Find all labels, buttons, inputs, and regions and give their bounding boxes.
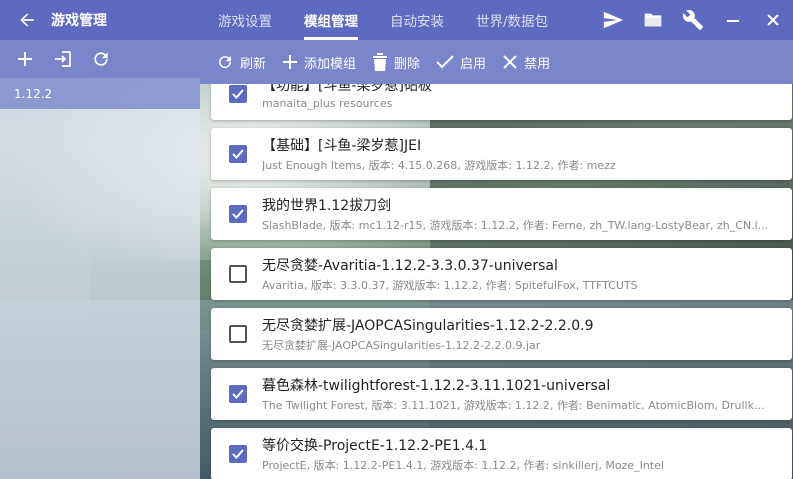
mod-card[interactable]: 我的世界1.12拔刀剑 SlashBlade, 版本: mc1.12-r15, …: [211, 188, 792, 240]
mod-subtitle: 无尽贪婪扩展-JAOPCASingularities-1.12.2-2.2.0.…: [262, 339, 541, 352]
mod-subtitle: Just Enough Items, 版本: 4.15.0.268, 游戏版本:…: [262, 159, 616, 172]
mod-checkbox[interactable]: [229, 205, 247, 223]
delete-label: 删除: [394, 56, 421, 72]
title-bar-icons: [593, 0, 793, 40]
mod-checkbox[interactable]: [229, 265, 247, 283]
refresh-button[interactable]: 刷新: [208, 40, 274, 84]
tab-worlds-datapacks[interactable]: 世界/数据包: [460, 0, 564, 40]
mod-card[interactable]: 【基础】[斗鱼-梁岁惹]JEI Just Enough Items, 版本: 4…: [211, 128, 792, 180]
wrench-icon: [682, 10, 704, 31]
tab-mod-management[interactable]: 模组管理: [288, 0, 374, 40]
mod-card[interactable]: 无尽贪婪扩展-JAOPCASingularities-1.12.2-2.2.0.…: [211, 308, 792, 360]
mod-checkbox[interactable]: [229, 385, 247, 403]
mod-title: 无尽贪婪扩展-JAOPCASingularities-1.12.2-2.2.0.…: [262, 318, 594, 334]
enable-button[interactable]: 启用: [428, 40, 494, 84]
refresh-icon: [94, 52, 108, 66]
tab-bar: 游戏设置 模组管理 自动安装 世界/数据包: [202, 0, 564, 40]
minimize-button[interactable]: [713, 0, 753, 40]
enable-label: 启用: [460, 56, 487, 72]
checkmark-icon: [232, 449, 244, 459]
mod-subtitle: The Twilight Forest, 版本: 3.11.1021, 游戏版本…: [262, 399, 765, 412]
x-icon: [503, 55, 517, 69]
disable-label: 禁用: [524, 56, 551, 72]
mod-subtitle: SlashBlade, 版本: mc1.12-r15, 游戏版本: 1.12.2…: [262, 219, 769, 232]
close-button[interactable]: [753, 0, 793, 40]
disable-button[interactable]: 禁用: [494, 40, 558, 84]
checkmark-icon: [232, 389, 244, 399]
folder-icon: [644, 13, 662, 27]
trash-icon: [373, 53, 388, 71]
add-mod-button[interactable]: 添加模组: [274, 40, 364, 84]
sidebar-item-version[interactable]: 1.12.2: [0, 78, 200, 109]
mod-title: 暮色森林-twilightforest-1.12.2-3.11.1021-uni…: [262, 378, 611, 394]
mod-checkbox[interactable]: [229, 325, 247, 343]
back-button[interactable]: [14, 8, 40, 32]
sidebar-actions: [0, 40, 200, 78]
minimize-icon: [727, 20, 739, 22]
refresh-versions-button[interactable]: [82, 40, 120, 78]
delete-button[interactable]: 删除: [364, 40, 428, 84]
send-icon: [603, 11, 624, 29]
title-bar: 游戏管理 游戏设置 模组管理 自动安装 世界/数据包: [0, 0, 793, 40]
check-icon: [436, 55, 454, 69]
mod-checkbox[interactable]: [229, 85, 247, 103]
mod-subtitle: ProjectE, 版本: 1.12.2-PE1.4.1, 游戏版本: 1.12…: [262, 459, 664, 472]
app-window: 游戏管理 游戏设置 模组管理 自动安装 世界/数据包 1.12.2 刷新 添加模…: [0, 0, 793, 479]
mod-card[interactable]: 等价交换-ProjectE-1.12.2-PE1.4.1 ProjectE, 版…: [211, 428, 792, 479]
window-title: 游戏管理: [51, 13, 107, 29]
settings-button[interactable]: [673, 0, 713, 40]
mod-subtitle: Avaritia, 版本: 3.3.0.37, 游戏版本: 1.12.2, 作者…: [262, 279, 638, 292]
mod-title: 【基础】[斗鱼-梁岁惹]JEI: [262, 138, 422, 154]
version-sidebar: 1.12.2: [0, 40, 200, 479]
mod-checkbox[interactable]: [229, 445, 247, 463]
add-version-button[interactable]: [6, 40, 44, 78]
mod-toolbar: 刷新 添加模组 删除 启用 禁用: [200, 40, 793, 84]
mod-list: 【功能】[斗鱼-梁岁惹]砧板 manaita_plus resources 【基…: [200, 84, 793, 479]
refresh-icon: [219, 56, 232, 69]
import-icon: [55, 51, 71, 67]
add-icon: [283, 55, 298, 69]
open-folder-button[interactable]: [633, 0, 673, 40]
refresh-label: 刷新: [240, 56, 267, 72]
import-button[interactable]: [44, 40, 82, 78]
send-button[interactable]: [593, 0, 633, 40]
mod-checkbox[interactable]: [229, 145, 247, 163]
checkmark-icon: [232, 89, 244, 99]
close-icon: [767, 14, 779, 26]
back-arrow-icon: [20, 13, 34, 27]
mod-title: 【功能】[斗鱼-梁岁惹]砧板: [262, 84, 432, 94]
mod-subtitle: manaita_plus resources: [262, 97, 393, 110]
mod-card[interactable]: 无尽贪婪-Avaritia-1.12.2-3.3.0.37-universal …: [211, 248, 792, 300]
checkmark-icon: [232, 149, 244, 159]
mod-card[interactable]: 【功能】[斗鱼-梁岁惹]砧板 manaita_plus resources: [211, 84, 792, 120]
mod-title: 无尽贪婪-Avaritia-1.12.2-3.3.0.37-universal: [262, 258, 558, 274]
mod-card[interactable]: 暮色森林-twilightforest-1.12.2-3.11.1021-uni…: [211, 368, 792, 420]
add-mod-label: 添加模组: [304, 56, 357, 72]
add-icon: [18, 52, 32, 66]
tab-game-settings[interactable]: 游戏设置: [202, 0, 288, 40]
checkmark-icon: [232, 209, 244, 219]
mod-title: 等价交换-ProjectE-1.12.2-PE1.4.1: [262, 438, 488, 454]
mod-title: 我的世界1.12拔刀剑: [262, 198, 392, 214]
tab-auto-install[interactable]: 自动安装: [374, 0, 460, 40]
